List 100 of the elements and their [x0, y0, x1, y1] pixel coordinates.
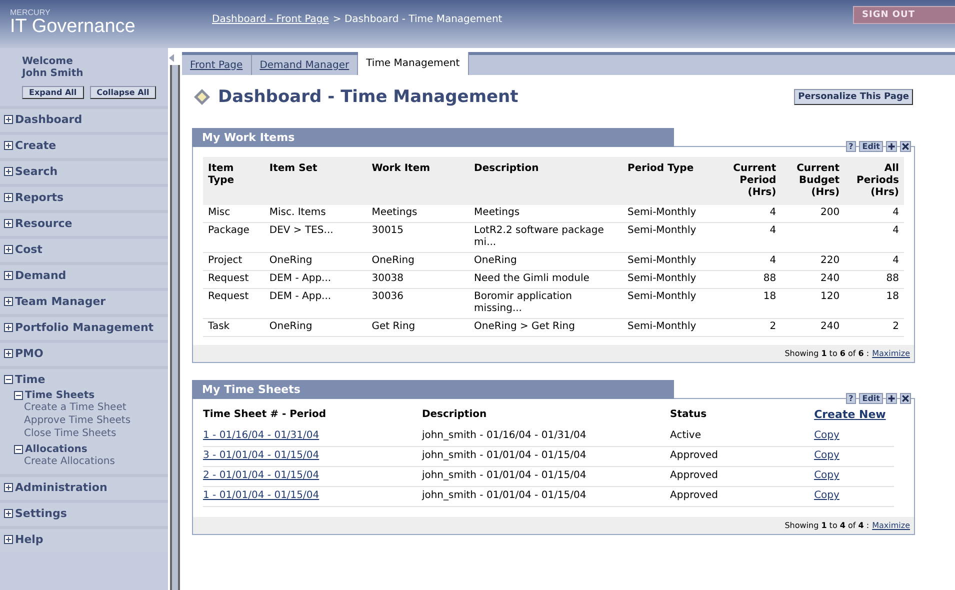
close-icon[interactable]	[900, 393, 911, 404]
nav-item[interactable]: Cost	[15, 243, 42, 256]
create-new-link[interactable]: Create New	[814, 408, 886, 421]
tab[interactable]: Time Management	[358, 52, 469, 75]
expand-icon[interactable]	[4, 219, 13, 228]
expand-icon[interactable]	[4, 535, 13, 544]
table-cell: Semi-Monthly	[622, 252, 720, 270]
expand-icon[interactable]	[4, 115, 13, 124]
table-cell: Request	[203, 270, 264, 288]
expand-icon[interactable]	[4, 193, 13, 202]
nav-item[interactable]: Search	[15, 165, 58, 178]
table-cell: LotR2.2 software package mi...	[469, 222, 623, 252]
table-cell: OneRing	[366, 252, 470, 270]
collapse-all-button[interactable]: Collapse All	[90, 86, 156, 99]
column-header: Item Type	[203, 157, 264, 205]
table-cell: Misc	[203, 205, 264, 222]
table-link[interactable]: Copy	[814, 470, 840, 481]
nav-link[interactable]: Create Allocations	[14, 455, 168, 468]
collapse-icon[interactable]	[14, 445, 23, 454]
expand-icon[interactable]	[4, 323, 13, 332]
table-cell: Semi-Monthly	[622, 270, 720, 288]
table-cell: Meetings	[469, 205, 623, 222]
tab[interactable]: Front Page	[182, 55, 252, 75]
table-cell: 2	[844, 318, 904, 336]
nav-item[interactable]: Time	[15, 373, 46, 386]
nav-link[interactable]: Create a Time Sheet	[14, 401, 168, 414]
column-header: Description	[469, 157, 623, 205]
nav-subitem[interactable]: Time Sheets	[25, 390, 95, 401]
table-cell: Project	[203, 252, 264, 270]
table-cell: Semi-Monthly	[622, 205, 720, 222]
expand-icon[interactable]	[4, 271, 13, 280]
add-icon[interactable]	[886, 141, 897, 152]
nav-item[interactable]: Create	[15, 139, 56, 152]
table-cell: 240	[781, 318, 845, 336]
table-cell: 18	[844, 288, 904, 318]
pagination-text: Showing 1 to 4 of 4 :	[784, 521, 870, 530]
add-icon[interactable]	[886, 393, 897, 404]
table-cell: Approved	[670, 466, 814, 486]
table-link[interactable]: Copy	[814, 490, 840, 501]
help-button[interactable]: ?	[846, 393, 856, 404]
expand-icon[interactable]	[4, 483, 13, 492]
table-cell: 4	[720, 222, 782, 252]
nav-item[interactable]: Dashboard	[15, 113, 82, 126]
table-cell: OneRing	[264, 252, 367, 270]
table-link[interactable]: 3 - 01/01/04 - 01/15/04	[203, 450, 320, 461]
table-cell: Approved	[670, 486, 814, 506]
table-link[interactable]: 1 - 01/16/04 - 01/31/04	[203, 430, 320, 441]
close-icon[interactable]	[900, 141, 911, 152]
expand-icon[interactable]	[4, 167, 13, 176]
expand-icon[interactable]	[4, 297, 13, 306]
table-cell: 120	[781, 288, 845, 318]
table-cell: john_smith - 01/16/04 - 01/31/04	[422, 427, 670, 446]
column-header: Current Period (Hrs)	[720, 157, 782, 205]
brand-tagline: MERCURY	[10, 8, 52, 17]
user-name: John Smith	[22, 68, 84, 80]
splitter-handle[interactable]	[170, 65, 180, 590]
expand-icon[interactable]	[4, 349, 13, 358]
table-link[interactable]: 1 - 01/01/04 - 01/15/04	[203, 490, 320, 501]
table-cell: DEM - App...	[264, 288, 367, 318]
table-cell: 4	[844, 205, 904, 222]
table-cell: 30015	[366, 222, 470, 252]
maximize-link[interactable]: Maximize	[872, 521, 910, 530]
page-title: Dashboard - Time Management	[218, 87, 520, 107]
nav-item[interactable]: Portfolio Management	[15, 321, 154, 334]
nav-item[interactable]: Settings	[15, 507, 67, 520]
edit-button[interactable]: Edit	[859, 393, 883, 404]
nav-item[interactable]: PMO	[15, 347, 44, 360]
nav-link[interactable]: Approve Time Sheets	[14, 414, 168, 427]
nav-link[interactable]: Close Time Sheets	[14, 427, 168, 440]
collapse-icon[interactable]	[14, 391, 23, 400]
table-cell: OneRing	[469, 252, 623, 270]
personalize-button[interactable]: Personalize This Page	[794, 89, 913, 105]
collapse-icon[interactable]	[4, 375, 13, 384]
diamond-icon	[194, 89, 210, 105]
help-button[interactable]: ?	[846, 141, 856, 152]
nav-item[interactable]: Demand	[15, 269, 66, 282]
table-cell: 4	[844, 222, 904, 252]
edit-button[interactable]: Edit	[859, 141, 883, 152]
table-cell: Get Ring	[366, 318, 470, 336]
table-link[interactable]: Copy	[814, 430, 840, 441]
table-link[interactable]: Copy	[814, 450, 840, 461]
expand-icon[interactable]	[4, 245, 13, 254]
nav-item[interactable]: Reports	[15, 191, 64, 204]
sign-out-button[interactable]: SIGN OUT	[853, 6, 955, 24]
table-cell: 4	[720, 252, 782, 270]
expand-icon[interactable]	[4, 141, 13, 150]
nav-item[interactable]: Help	[15, 533, 44, 546]
column-header: Time Sheet # - Period	[203, 408, 328, 422]
nav-item[interactable]: Team Manager	[15, 295, 106, 308]
expand-icon[interactable]	[4, 509, 13, 518]
nav-subitem[interactable]: Allocations	[25, 444, 88, 455]
maximize-link[interactable]: Maximize	[872, 349, 910, 358]
table-cell: 220	[781, 252, 845, 270]
table-cell: Boromir application missing...	[469, 288, 623, 318]
table-link[interactable]: 2 - 01/01/04 - 01/15/04	[203, 470, 320, 481]
expand-all-button[interactable]: Expand All	[22, 86, 84, 99]
nav-item[interactable]: Administration	[15, 481, 108, 494]
table-cell: 4	[720, 205, 782, 222]
nav-item[interactable]: Resource	[15, 217, 72, 230]
breadcrumb-link[interactable]: Dashboard - Front Page	[212, 14, 329, 25]
